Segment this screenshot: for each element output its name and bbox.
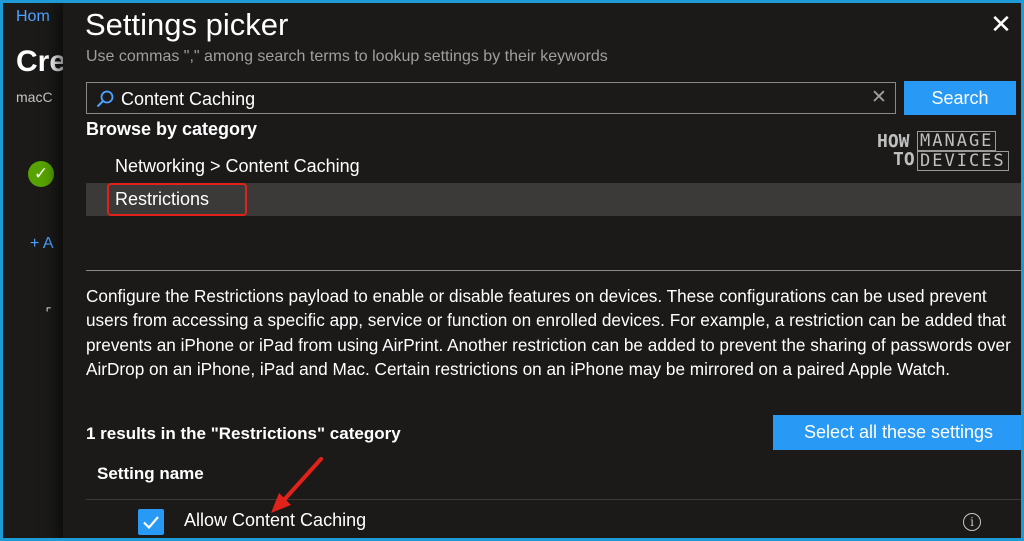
clear-icon[interactable]: ✕ [869, 88, 889, 108]
settings-picker-panel: Settings picker Use commas "," among sea… [63, 3, 1021, 538]
background-page-subtitle: macC [16, 89, 53, 105]
watermark-logo: HOW TO MANAGE DEVICES [875, 131, 1011, 171]
logo-text-manage: MANAGE [917, 131, 997, 151]
panel-title: Settings picker [85, 7, 289, 42]
breadcrumb-home-link[interactable]: Hom [16, 8, 50, 26]
setting-name-column-header[interactable]: Setting name [97, 464, 204, 484]
logo-text-devices: DEVICES [917, 151, 1009, 171]
setting-checkbox[interactable] [138, 509, 164, 535]
logo-text-to: TO [893, 149, 915, 170]
category-description: Configure the Restrictions payload to en… [86, 286, 1011, 379]
info-icon[interactable]: i [963, 513, 981, 531]
step-complete-icon: ✓ [28, 161, 54, 187]
results-count-label: 1 results in the "Restrictions" category [86, 424, 401, 443]
close-icon[interactable]: ✕ [987, 11, 1015, 39]
screenshot-frame: Hom Cre macC ✓ + A ⌃ Settings picker Use… [0, 0, 1024, 541]
search-field[interactable]: ✕ [86, 82, 896, 114]
browse-by-category-heading: Browse by category [86, 119, 258, 139]
chevron-icon[interactable]: ⌃ [41, 301, 61, 321]
section-divider [86, 270, 1021, 271]
checkmark-icon [143, 516, 159, 530]
annotation-arrow-icon [271, 457, 323, 513]
search-icon [96, 90, 114, 108]
background-page-title: Cre [16, 45, 67, 78]
select-all-settings-button[interactable]: Select all these settings [773, 415, 1021, 450]
category-item-label: Networking > Content Caching [115, 156, 360, 176]
add-settings-link[interactable]: + A [30, 235, 54, 253]
search-input[interactable] [121, 87, 821, 111]
search-button[interactable]: Search [904, 81, 1016, 115]
table-row: Allow Content Caching i [86, 500, 1021, 538]
category-item-restrictions[interactable]: Restrictions [86, 183, 1021, 216]
annotation-highlight-box [107, 183, 247, 216]
panel-subtitle: Use commas "," among search terms to loo… [86, 48, 608, 65]
